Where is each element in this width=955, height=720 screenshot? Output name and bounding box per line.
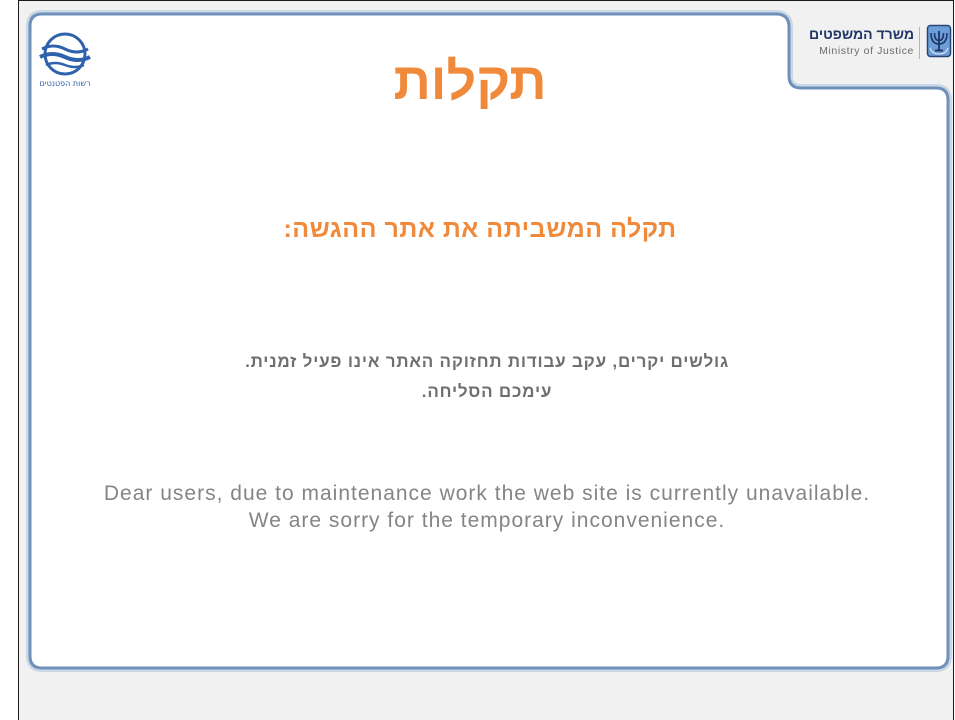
ministry-logo-divider: [919, 27, 920, 59]
hebrew-message-line-1: גולשים יקרים, עקב עבודות תחזוקה האתר אינ…: [30, 349, 944, 375]
english-message-line-2: We are sorry for the temporary inconveni…: [30, 507, 944, 535]
ministry-name-hebrew: משרד המשפטים: [809, 26, 914, 42]
page-title: תקלות: [30, 52, 910, 112]
outage-subtitle: תקלה המשביתה את אתר ההגשה:: [30, 211, 930, 247]
english-message-line-1: Dear users, due to maintenance work the …: [30, 480, 944, 508]
hebrew-message-line-2: עימכם הסליחה.: [30, 379, 944, 405]
menorah-emblem-icon: [926, 24, 952, 60]
